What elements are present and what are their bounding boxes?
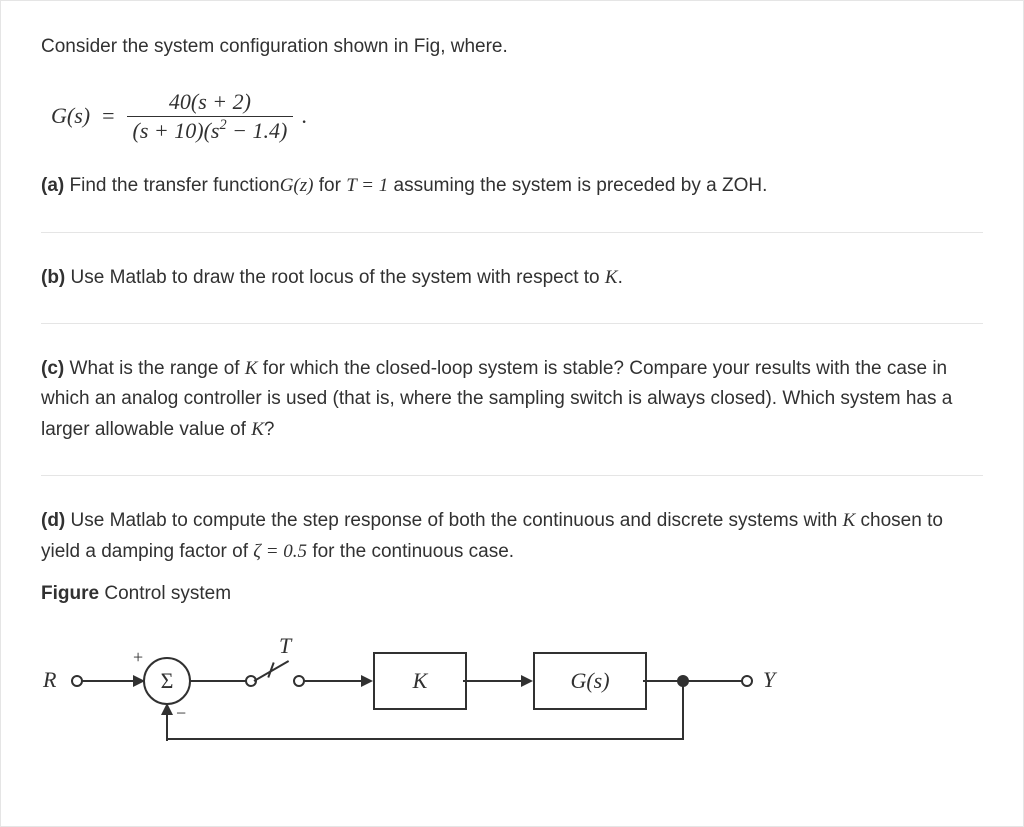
part-c-label: (c) bbox=[41, 358, 64, 379]
numerator: 40(s + 2) bbox=[163, 90, 257, 116]
plant-block-Gs: G(s) bbox=[533, 652, 647, 710]
block-diagram: R + Σ − T K G(s) bbox=[41, 621, 821, 761]
plus-sign: + bbox=[133, 647, 143, 668]
arrow-icon bbox=[361, 675, 373, 687]
output-node bbox=[741, 675, 753, 687]
wire-g-to-y bbox=[643, 680, 743, 682]
minus-sign: − bbox=[176, 703, 186, 724]
divider-2 bbox=[41, 323, 983, 324]
denominator: (s + 10)(s2 − 1.4) bbox=[127, 116, 294, 144]
figure-caption: Figure Control system bbox=[41, 583, 983, 605]
output-label-Y: Y bbox=[763, 667, 775, 693]
wire-sum-to-switch bbox=[189, 680, 247, 682]
part-a-text-1: Find the transfer function bbox=[64, 175, 279, 196]
part-a: (a) Find the transfer functionG(z) for T… bbox=[41, 171, 983, 231]
part-b: (b) Use Matlab to draw the root locus of… bbox=[41, 263, 983, 323]
equation-lhs: G(s) bbox=[51, 103, 90, 129]
sampler-period-T: T bbox=[279, 633, 291, 659]
input-label-R: R bbox=[43, 667, 56, 693]
summing-junction: Σ bbox=[143, 657, 191, 705]
part-c-text-3: ? bbox=[264, 419, 275, 440]
part-d-text-3: for the continuous case. bbox=[307, 541, 514, 562]
wire-r-to-sum bbox=[81, 680, 133, 682]
part-d: (d) Use Matlab to compute the step respo… bbox=[41, 506, 983, 577]
part-a-text-2: for bbox=[313, 175, 346, 196]
part-b-text-1: Use Matlab to draw the root locus of the… bbox=[65, 267, 605, 288]
fraction: 40(s + 2) (s + 10)(s2 − 1.4) bbox=[127, 90, 294, 144]
problem-page: Consider the system configuration shown … bbox=[0, 0, 1024, 827]
part-c-var: K bbox=[245, 358, 258, 379]
arrow-icon bbox=[161, 703, 173, 715]
gain-K-label: K bbox=[413, 668, 428, 694]
wire-k-to-g bbox=[463, 680, 521, 682]
part-a-label: (a) bbox=[41, 175, 64, 196]
equation-period: . bbox=[301, 103, 307, 129]
part-a-func: G(z) bbox=[280, 175, 314, 196]
divider-3 bbox=[41, 475, 983, 476]
transfer-function-equation: G(s) = 40(s + 2) (s + 10)(s2 − 1.4) . bbox=[51, 90, 983, 144]
part-b-label: (b) bbox=[41, 267, 65, 288]
arrow-icon bbox=[521, 675, 533, 687]
figure-label-bold: Figure bbox=[41, 583, 99, 604]
part-c-text-1: What is the range of bbox=[64, 358, 245, 379]
intro-text: Consider the system configuration shown … bbox=[41, 33, 983, 62]
plant-Gs-label: G(s) bbox=[570, 668, 609, 694]
part-a-cond: T = 1 bbox=[346, 175, 388, 196]
feedback-hline bbox=[167, 738, 684, 740]
part-d-var: K bbox=[843, 510, 856, 531]
part-d-text-1: Use Matlab to compute the step response … bbox=[65, 510, 842, 531]
part-b-text-2: . bbox=[618, 267, 623, 288]
gain-block-K: K bbox=[373, 652, 467, 710]
part-c: (c) What is the range of K for which the… bbox=[41, 354, 983, 475]
part-b-var: K bbox=[605, 267, 618, 288]
feedback-vline-down bbox=[682, 681, 684, 739]
divider-1 bbox=[41, 232, 983, 233]
part-d-zeta: ζ = 0.5 bbox=[253, 541, 307, 562]
sigma-symbol: Σ bbox=[161, 668, 174, 694]
part-c-var2: K bbox=[251, 419, 264, 440]
wire-switch-to-k bbox=[303, 680, 361, 682]
equals-sign: = bbox=[102, 103, 114, 129]
part-d-label: (d) bbox=[41, 510, 65, 531]
figure-label-rest: Control system bbox=[99, 583, 231, 604]
part-a-text-3: assuming the system is preceded by a ZOH… bbox=[388, 175, 767, 196]
